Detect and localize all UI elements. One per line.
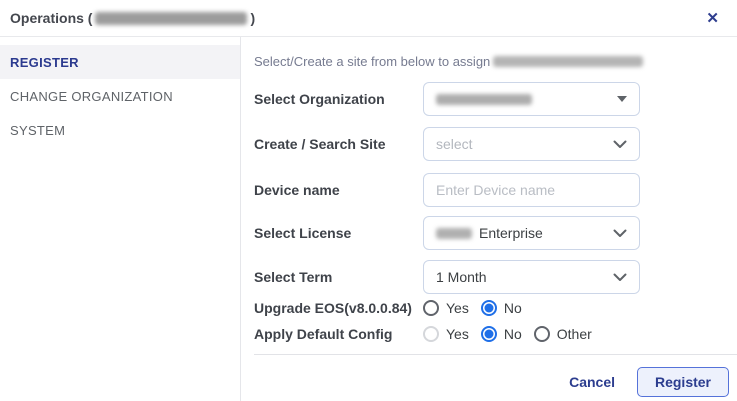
radio-row-apply-default-config: Apply Default Config Yes No Other — [254, 322, 737, 346]
redacted-organization-value — [436, 94, 532, 105]
upgrade-eos-label: Upgrade EOS(v8.0.0.84) — [254, 300, 423, 316]
operations-sidebar: REGISTER CHANGE ORGANIZATION SYSTEM — [0, 37, 241, 401]
register-button[interactable]: Register — [637, 367, 729, 397]
dialog-footer: Cancel Register — [254, 355, 737, 397]
dialog-title-suffix: ) — [250, 10, 255, 26]
sidebar-item-change-organization[interactable]: CHANGE ORGANIZATION — [0, 79, 240, 113]
apply-default-config-option-yes[interactable]: Yes — [423, 326, 469, 342]
radio-unselected-icon — [534, 326, 550, 342]
dialog-title: Operations ( ) — [10, 10, 255, 26]
field-row-create-search-site: Create / Search Site select — [254, 127, 737, 161]
select-organization-label: Select Organization — [254, 91, 423, 107]
sidebar-item-register[interactable]: REGISTER — [0, 45, 240, 79]
chevron-down-icon — [613, 229, 627, 238]
upgrade-eos-option-yes[interactable]: Yes — [423, 300, 469, 316]
field-row-select-term: Select Term 1 Month — [254, 260, 737, 294]
dialog-body: REGISTER CHANGE ORGANIZATION SYSTEM Sele… — [0, 37, 737, 401]
field-row-device-name: Device name — [254, 173, 737, 207]
field-row-select-organization: Select Organization — [254, 82, 737, 116]
select-organization-dropdown[interactable] — [423, 82, 640, 116]
sidebar-item-system[interactable]: SYSTEM — [0, 113, 240, 147]
apply-default-config-option-other[interactable]: Other — [534, 326, 592, 342]
radio-disabled-icon — [423, 326, 439, 342]
caret-down-icon — [617, 96, 627, 102]
create-search-site-dropdown[interactable]: select — [423, 127, 640, 161]
license-value: Enterprise — [479, 225, 543, 241]
dialog-title-prefix: Operations ( — [10, 10, 92, 26]
upgrade-eos-option-no[interactable]: No — [481, 300, 522, 316]
redacted-device-id — [95, 12, 247, 25]
select-license-label: Select License — [254, 225, 423, 241]
device-name-label: Device name — [254, 182, 423, 198]
assign-instruction: Select/Create a site from below to assig… — [254, 53, 737, 69]
radio-unselected-icon — [423, 300, 439, 316]
operations-dialog: Operations ( ) ✕ REGISTER CHANGE ORGANIZ… — [0, 0, 737, 401]
create-search-site-label: Create / Search Site — [254, 136, 423, 152]
device-name-input[interactable] — [423, 173, 640, 207]
chevron-down-icon — [613, 273, 627, 282]
dialog-header: Operations ( ) ✕ — [0, 0, 737, 37]
apply-default-config-label: Apply Default Config — [254, 326, 423, 342]
apply-default-config-option-no[interactable]: No — [481, 326, 522, 342]
field-row-select-license: Select License Enterprise — [254, 216, 737, 250]
register-panel: Select/Create a site from below to assig… — [241, 37, 737, 401]
radio-selected-icon — [481, 326, 497, 342]
select-term-dropdown[interactable]: 1 Month — [423, 260, 640, 294]
radio-selected-icon — [481, 300, 497, 316]
redacted-assign-device-id — [493, 56, 643, 67]
select-term-label: Select Term — [254, 269, 423, 285]
chevron-down-icon — [613, 140, 627, 149]
radio-row-upgrade-eos: Upgrade EOS(v8.0.0.84) Yes No — [254, 296, 737, 320]
select-license-dropdown[interactable]: Enterprise — [423, 216, 640, 250]
term-value: 1 Month — [436, 269, 487, 285]
redacted-license-brand — [436, 228, 472, 239]
site-placeholder: select — [436, 136, 473, 152]
close-icon[interactable]: ✕ — [702, 9, 723, 28]
cancel-button[interactable]: Cancel — [569, 367, 615, 397]
